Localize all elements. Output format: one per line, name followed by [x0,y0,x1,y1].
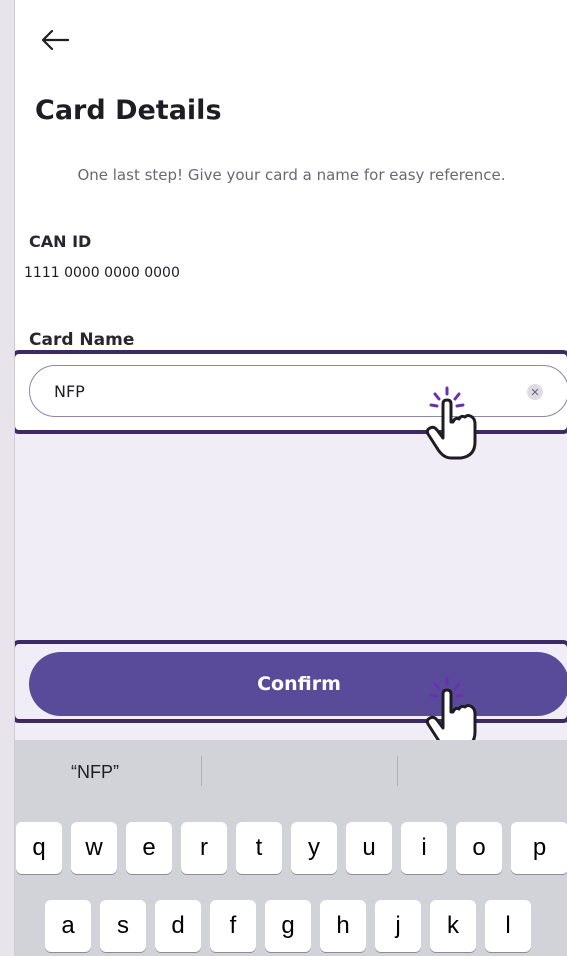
key-w[interactable]: w [71,822,117,874]
card-name-value: NFP [54,381,85,401]
key-e[interactable]: e [126,822,172,874]
key-p[interactable]: p [511,822,567,874]
key-d[interactable]: d [155,900,201,952]
key-o[interactable]: o [456,822,502,874]
card-name-label: Card Name [29,330,135,350]
app-screen: Card Details One last step! Give your ca… [14,0,567,956]
suggestion-bar: “NFP” [15,740,567,804]
key-t[interactable]: t [236,822,282,874]
key-j[interactable]: j [375,900,421,952]
page-title: Card Details [35,95,222,126]
can-id-value: 1111 0000 0000 0000 [24,265,180,281]
key-l[interactable]: l [485,900,531,952]
key-s[interactable]: s [100,900,146,952]
onscreen-keyboard: “NFP” q w e r t y u i o p a s d f g h j … [15,740,567,956]
key-u[interactable]: u [346,822,392,874]
suggestion-divider [397,756,398,786]
back-button[interactable] [37,24,73,56]
key-r[interactable]: r [181,822,227,874]
key-k[interactable]: k [430,900,476,952]
key-g[interactable]: g [265,900,311,952]
background-strip [0,0,14,956]
clear-x-icon: ✕ [530,386,540,399]
confirm-button[interactable]: Confirm [29,652,567,716]
suggestion-divider [201,756,202,786]
can-id-label: CAN ID [29,232,92,251]
key-h[interactable]: h [320,900,366,952]
key-f[interactable]: f [210,900,256,952]
arrow-left-icon [41,29,70,51]
clear-input-button[interactable]: ✕ [527,384,543,400]
key-q[interactable]: q [16,822,62,874]
intro-text: One last step! Give your card a name for… [77,166,506,184]
card-name-input[interactable]: NFP [29,365,567,417]
key-y[interactable]: y [291,822,337,874]
key-i[interactable]: i [401,822,447,874]
tap-hand-icon [425,386,477,460]
key-a[interactable]: a [45,900,91,952]
suggestion-item[interactable]: “NFP” [71,762,119,783]
